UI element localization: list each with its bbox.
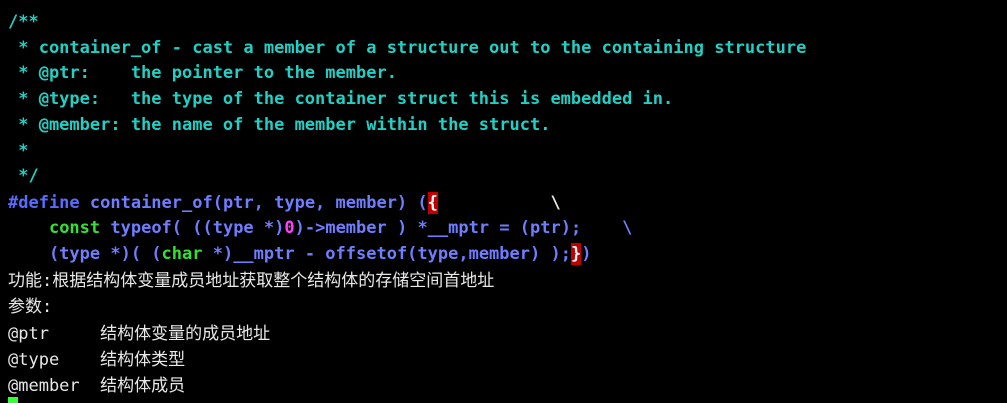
macro-body-line-2: (type *)( (char *)__mptr - offsetof(type… [8,242,591,266]
comment-line-empty: * [8,141,29,161]
zero-literal: 0 [284,218,295,238]
macro-body-line-1: const typeof( ((type *)0)->member ) *__m… [8,216,632,240]
brace-close-highlight: } [570,243,582,265]
comment-line-type: * @type: the type of the container struc… [8,89,674,109]
mptr-decl: )->member ) *__mptr = (ptr); \ [294,218,633,238]
note-function: 功能:根据结构体变量成员地址获取整个结构体的存储空间首地址 [8,271,495,291]
terminal-cursor [8,397,18,403]
const-keyword: const [48,218,101,238]
comment-line-member: * @member: the name of the member within… [8,115,551,135]
comment-line-ptr: * @ptr: the pointer to the member. [8,63,397,83]
typeof-expr: typeof( ((type *) [100,218,285,238]
comment-open: /** [8,12,39,32]
offsetof-expr: *)__mptr - offsetof(type,member) ); [202,244,571,264]
note-param-ptr: @ptr 结构体变量的成员地址 [8,324,271,344]
note-params-label: 参数: [8,297,53,317]
comment-line-summary: * container_of - cast a member of a stru… [8,38,807,58]
note-param-member: @member 结构体成员 [8,376,186,396]
note-param-type: @type 结构体类型 [8,350,186,370]
brace-open-highlight: { [427,192,438,214]
line-continuation: \ [437,193,561,213]
char-keyword: char [161,244,203,264]
define-keyword: #define [8,193,80,213]
macro-signature: container_of(ptr, type, member) ( [79,193,428,213]
paren-close: ) [581,244,592,264]
terminal-window[interactable]: /** * container_of - cast a member of a … [0,0,1007,403]
macro-define-line: #define container_of(ptr, type, member) … [8,191,561,215]
comment-close: */ [8,166,39,186]
cast-open: (type *)( ( [8,244,162,264]
